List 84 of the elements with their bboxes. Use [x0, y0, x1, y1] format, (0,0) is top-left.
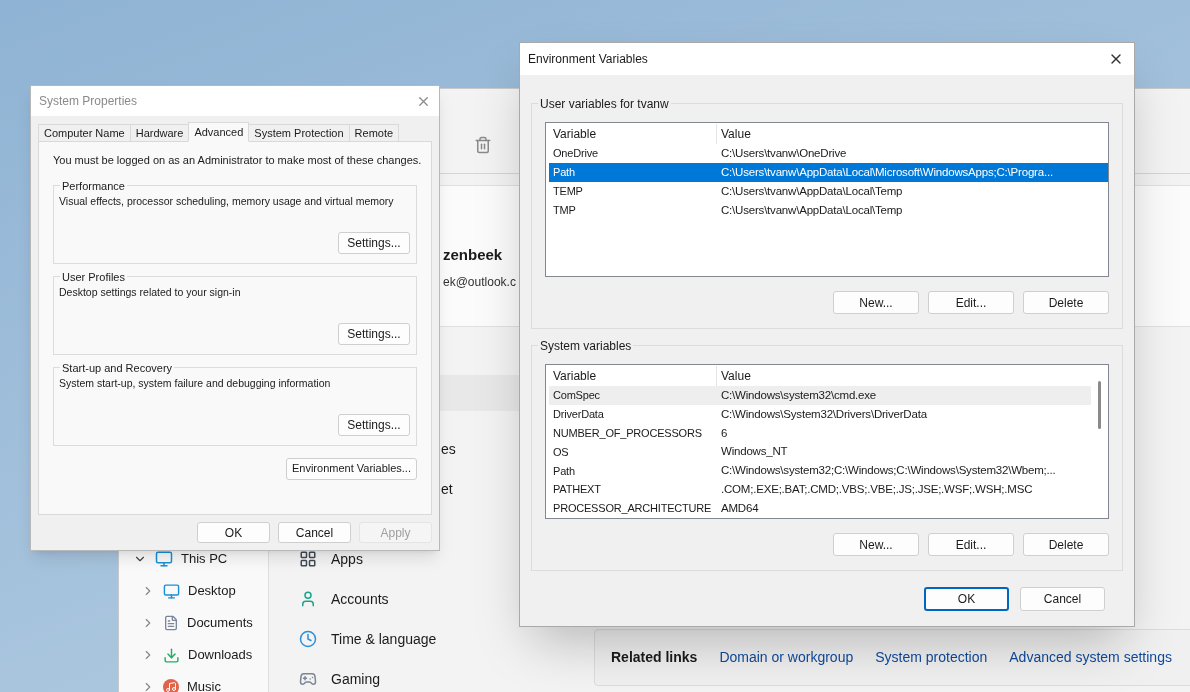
table-cell-text: C:\Windows\System32\Drivers\DriverData — [720, 406, 928, 422]
table-cell-text: OS — [552, 444, 570, 460]
dialog-button[interactable]: OK — [197, 522, 270, 543]
table-row[interactable]: Path C:\Windows\system32;C:\Windows;C:\Windows\System32\Wbem;... — [549, 461, 1091, 481]
tree-item[interactable]: Downloads — [133, 639, 253, 671]
account-email: ek@outlook.c — [443, 273, 516, 291]
table-row[interactable]: OS Windows_NT — [549, 442, 1091, 462]
dialog-button[interactable]: Cancel — [278, 522, 351, 543]
group-description: Visual effects, processor scheduling, memory usage and virtual memory — [59, 193, 394, 209]
related-links-title: Related links — [611, 648, 698, 667]
column-header[interactable]: Value — [717, 124, 1108, 144]
gamepad-icon — [299, 670, 317, 688]
environment-variables-button[interactable]: Environment Variables... — [285, 457, 417, 480]
table-row[interactable]: DriverData C:\Windows\System32\Drivers\DriverData — [549, 404, 1091, 424]
nav-item[interactable]: es — [441, 429, 456, 469]
desktop-icon — [163, 582, 180, 600]
person-icon — [299, 590, 317, 608]
table-cell-text: Path — [552, 165, 576, 181]
dialog-button[interactable]: Settings... — [338, 231, 410, 254]
apps-icon — [299, 550, 317, 568]
table-cell-text: OneDrive — [552, 146, 599, 162]
table-cell-text: Windows_NT — [720, 444, 789, 460]
table-cell-text: 6 — [720, 425, 729, 441]
document-icon — [163, 615, 179, 631]
dialog-button[interactable]: Delete — [1023, 291, 1109, 314]
table-row[interactable]: PROCESSOR_ARCHITECTURE AMD64 — [549, 499, 1091, 518]
nav-item[interactable]: Accounts — [295, 579, 441, 619]
table-cell-text: C:\Users\tvanw\AppData\Local\Microsoft\WindowsApps;C:\Progra... — [720, 164, 1054, 180]
tab[interactable]: Advanced — [188, 122, 250, 142]
table-row[interactable]: ComSpec C:\Windows\system32\cmd.exe — [549, 386, 1091, 405]
tree-item[interactable]: Documents — [133, 607, 253, 639]
table-row[interactable]: NUMBER_OF_PROCESSORS 6 — [549, 423, 1091, 443]
table-cell-text: C:\Users\tvanw\AppData\Local\Temp — [720, 202, 904, 218]
table-cell-text: NUMBER_OF_PROCESSORS — [552, 425, 703, 441]
related-link[interactable]: System protection — [875, 647, 988, 668]
window-title: Environment Variables — [528, 51, 648, 68]
column-header[interactable]: Variable — [549, 124, 717, 144]
table-cell-text: PATHEXT — [552, 482, 602, 498]
monitor-icon — [155, 550, 173, 568]
dialog-button[interactable]: Edit... — [928, 291, 1014, 314]
column-header[interactable]: Value — [717, 366, 1091, 386]
table-row[interactable]: OneDrive C:\Users\tvanw\OneDrive — [549, 144, 1108, 163]
table-cell-text: C:\Users\tvanw\AppData\Local\Temp — [720, 183, 904, 199]
dialog-button[interactable]: Cancel — [1020, 587, 1105, 611]
tree-item[interactable]: Music — [133, 671, 253, 692]
table-row[interactable]: PATHEXT .COM;.EXE;.BAT;.CMD;.VBS;.VBE;.JS;.JSE;.WSF;.WSH;.MSC — [549, 480, 1091, 500]
table-cell-text: PROCESSOR_ARCHITECTURE — [552, 501, 713, 517]
tab[interactable]: Computer Name — [38, 124, 131, 142]
dialog-button[interactable]: New... — [833, 533, 919, 556]
tree-item[interactable]: This PC — [133, 543, 253, 575]
group-description: Desktop settings related to your sign-in — [59, 284, 241, 300]
table-row[interactable]: TMP C:\Users\tvanw\AppData\Local\Temp — [549, 201, 1108, 220]
nav-item[interactable]: et — [441, 469, 456, 509]
group-description: System start-up, system failure and debugging information — [59, 375, 331, 391]
table-cell-text: .COM;.EXE;.BAT;.CMD;.VBS;.VBE;.JS;.JSE;.WSF;.WSH;.MSC — [720, 482, 1034, 498]
account-name: zenbeek — [443, 245, 504, 265]
trash-icon — [474, 136, 492, 154]
dialog-button[interactable]: OK — [924, 587, 1009, 611]
table-cell-text: TEMP — [552, 184, 584, 200]
table-cell-text: C:\Windows\system32\cmd.exe — [720, 387, 877, 403]
nav-item[interactable]: Gaming — [295, 659, 441, 692]
table-cell-text: AMD64 — [720, 500, 760, 516]
tab[interactable]: System Protection — [248, 124, 350, 142]
dialog-button[interactable]: Settings... — [338, 322, 410, 345]
dialog-button[interactable]: Edit... — [928, 533, 1014, 556]
related-link[interactable]: Advanced system settings — [1009, 647, 1172, 668]
table-cell-text: C:\Windows\system32;C:\Windows;C:\Windows\System32\Wbem;... — [720, 463, 1057, 479]
dialog-button[interactable]: Settings... — [338, 413, 410, 436]
nav-item[interactable]: Time & language — [295, 619, 441, 659]
table-cell-text: ComSpec — [552, 388, 601, 404]
download-icon — [163, 646, 180, 664]
table-cell-text: C:\Users\tvanw\OneDrive — [720, 145, 848, 161]
table-row[interactable]: Path C:\Users\tvanw\AppData\Local\Microsoft\WindowsApps;C:\Progra... — [549, 163, 1108, 182]
tree-item[interactable]: Desktop — [133, 575, 253, 607]
window-title: System Properties — [39, 93, 138, 110]
related-link[interactable]: Domain or workgroup — [719, 647, 854, 668]
dialog-button[interactable]: New... — [833, 291, 919, 314]
table-cell-text: DriverData — [552, 407, 605, 423]
clock-icon — [299, 630, 317, 648]
table-cell-text: Path — [552, 463, 576, 479]
table-row[interactable]: TEMP C:\Users\tvanw\AppData\Local\Temp — [549, 182, 1108, 201]
tab[interactable]: Remote — [348, 124, 400, 142]
dialog-button[interactable]: Delete — [1023, 533, 1109, 556]
table-cell-text: TMP — [552, 203, 577, 219]
